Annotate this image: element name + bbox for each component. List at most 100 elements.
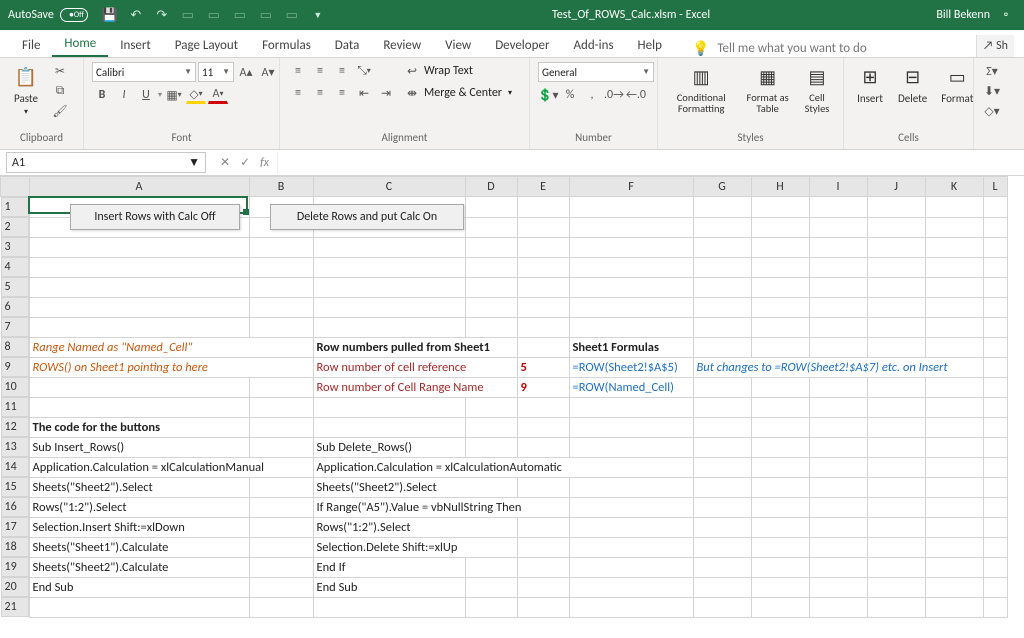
tell-me-search[interactable]: 💡 Tell me what you want to do: [692, 40, 976, 57]
row-header[interactable]: 3: [1, 237, 29, 257]
fill-color-icon[interactable]: ◇▾: [186, 86, 206, 104]
col-header[interactable]: J: [867, 177, 925, 197]
qat-icon[interactable]: ▭: [232, 7, 248, 23]
save-icon[interactable]: 💾: [102, 7, 118, 23]
align-top-icon[interactable]: ≡: [288, 62, 308, 80]
qat-more-icon[interactable]: ▼: [310, 7, 326, 23]
cell[interactable]: 9: [517, 377, 569, 397]
insert-rows-button[interactable]: Insert Rows with Calc Off: [70, 204, 240, 230]
tab-formulas[interactable]: Formulas: [250, 32, 323, 57]
ribbon-options-icon[interactable]: ▫: [996, 8, 1016, 22]
align-right-icon[interactable]: ≡: [332, 84, 352, 102]
increase-decimal-icon[interactable]: .0→: [604, 86, 624, 104]
row-header[interactable]: 19: [1, 557, 29, 577]
cell[interactable]: Sheets("Sheet2").Select: [313, 477, 517, 497]
cell[interactable]: The code for the buttons: [29, 417, 249, 437]
cell[interactable]: =ROW(Sheet2!$A$5): [569, 357, 693, 377]
row-header[interactable]: 1: [1, 197, 29, 217]
row-header[interactable]: 9: [1, 357, 29, 377]
wrap-text-button[interactable]: ↩Wrap Text: [402, 62, 512, 80]
insert-cells-button[interactable]: ⊞Insert: [852, 62, 888, 107]
cell[interactable]: But changes to =ROW(Sheet2!$A$7) etc. on…: [693, 357, 983, 377]
cancel-formula-icon[interactable]: ✕: [220, 155, 230, 170]
shrink-font-icon[interactable]: A▾: [258, 63, 278, 81]
cell[interactable]: Application.Calculation = xlCalculationA…: [313, 457, 693, 477]
row-header[interactable]: 7: [1, 317, 29, 337]
row-header[interactable]: 18: [1, 537, 29, 557]
cell[interactable]: Rows("1:2").Select: [313, 517, 517, 537]
row-header[interactable]: 17: [1, 517, 29, 537]
col-header[interactable]: F: [569, 177, 693, 197]
col-header[interactable]: G: [693, 177, 751, 197]
number-format-select[interactable]: General▼: [538, 62, 654, 82]
cell[interactable]: Selection.Insert Shift:=xlDown: [29, 517, 249, 537]
cell[interactable]: =ROW(Named_Cell): [569, 377, 693, 397]
delete-rows-button[interactable]: Delete Rows and put Calc On: [270, 204, 464, 230]
row-header[interactable]: 10: [1, 377, 29, 397]
tab-developer[interactable]: Developer: [483, 32, 561, 57]
undo-icon[interactable]: ↶: [128, 7, 144, 23]
worksheet-grid[interactable]: A B C D E F G H I J K L 1 2 3 4 5 6 7 8 …: [0, 176, 1024, 638]
align-middle-icon[interactable]: ≡: [310, 62, 330, 80]
comma-icon[interactable]: ,: [582, 86, 602, 104]
select-all-button[interactable]: [1, 177, 30, 197]
font-size-select[interactable]: 11▼: [198, 62, 234, 82]
delete-cells-button[interactable]: ⊟Delete: [894, 62, 931, 107]
indent-decrease-icon[interactable]: ⇤: [354, 84, 374, 102]
autosave-toggle[interactable]: AutoSave ● Off: [8, 8, 88, 22]
row-header[interactable]: 13: [1, 437, 29, 457]
cell[interactable]: Sheets("Sheet2").Select: [29, 477, 249, 497]
cell[interactable]: 5: [517, 357, 569, 377]
col-header[interactable]: K: [925, 177, 983, 197]
accounting-icon[interactable]: 💲▾: [538, 86, 558, 104]
border-icon[interactable]: ▦▾: [164, 86, 184, 104]
cell-styles-button[interactable]: ▤ Cell Styles: [799, 62, 835, 116]
cell[interactable]: Sheets("Sheet2").Calculate: [29, 557, 249, 577]
cell[interactable]: End Sub: [29, 577, 249, 597]
row-header[interactable]: 2: [1, 217, 29, 237]
merge-center-button[interactable]: ⇼Merge & Center▾: [402, 84, 512, 102]
col-header[interactable]: E: [517, 177, 569, 197]
qat-icon[interactable]: ▭: [258, 7, 274, 23]
cell[interactable]: ROWS() on Sheet1 pointing to here: [29, 357, 313, 377]
cell[interactable]: End Sub: [313, 577, 465, 597]
autosum-icon[interactable]: Σ▾: [982, 62, 1002, 80]
cell[interactable]: End If: [313, 557, 465, 577]
cell[interactable]: Row number of Cell Range Name: [313, 377, 517, 397]
paste-button[interactable]: 📋 Paste ▾: [8, 62, 44, 119]
user-name[interactable]: Bill Bekenn: [936, 8, 996, 22]
tab-pagelayout[interactable]: Page Layout: [163, 32, 250, 57]
tab-help[interactable]: Help: [626, 32, 674, 57]
col-header[interactable]: H: [751, 177, 809, 197]
italic-button[interactable]: I: [114, 86, 134, 104]
row-header[interactable]: 4: [1, 257, 29, 277]
fx-icon[interactable]: fx: [260, 156, 269, 170]
align-center-icon[interactable]: ≡: [310, 84, 330, 102]
toggle-off-icon[interactable]: ● Off: [60, 8, 88, 22]
align-bottom-icon[interactable]: ≡: [332, 62, 352, 80]
cell[interactable]: If Range("A5").Value = vbNullString Then: [313, 497, 569, 517]
format-cells-button[interactable]: ▭Format: [937, 62, 977, 107]
indent-increase-icon[interactable]: ⇥: [376, 84, 396, 102]
format-painter-icon[interactable]: 🖌: [50, 102, 70, 120]
row-header[interactable]: 15: [1, 477, 29, 497]
cell[interactable]: Rows("1:2").Select: [29, 497, 249, 517]
format-as-table-button[interactable]: ▦ Format as Table: [742, 62, 793, 116]
col-header[interactable]: A: [29, 177, 249, 197]
percent-icon[interactable]: %: [560, 86, 580, 104]
tab-addins[interactable]: Add-ins: [561, 32, 625, 57]
row-header[interactable]: 8: [1, 337, 29, 357]
bold-button[interactable]: B: [92, 86, 112, 104]
name-box[interactable]: A1▼: [6, 152, 206, 173]
row-header[interactable]: 20: [1, 577, 29, 597]
redo-icon[interactable]: ↷: [154, 7, 170, 23]
cell[interactable]: Sub Delete_Rows(): [313, 437, 465, 457]
enter-formula-icon[interactable]: ✓: [240, 155, 250, 170]
cell[interactable]: Selection.Delete Shift:=xlUp: [313, 537, 517, 557]
tab-review[interactable]: Review: [371, 32, 433, 57]
font-color-icon[interactable]: A▾: [208, 86, 228, 104]
clear-icon[interactable]: ◇▾: [982, 102, 1002, 120]
formula-input[interactable]: [277, 152, 1024, 173]
chevron-down-icon[interactable]: ▼: [188, 155, 200, 170]
cell[interactable]: Application.Calculation = xlCalculationM…: [29, 457, 313, 477]
